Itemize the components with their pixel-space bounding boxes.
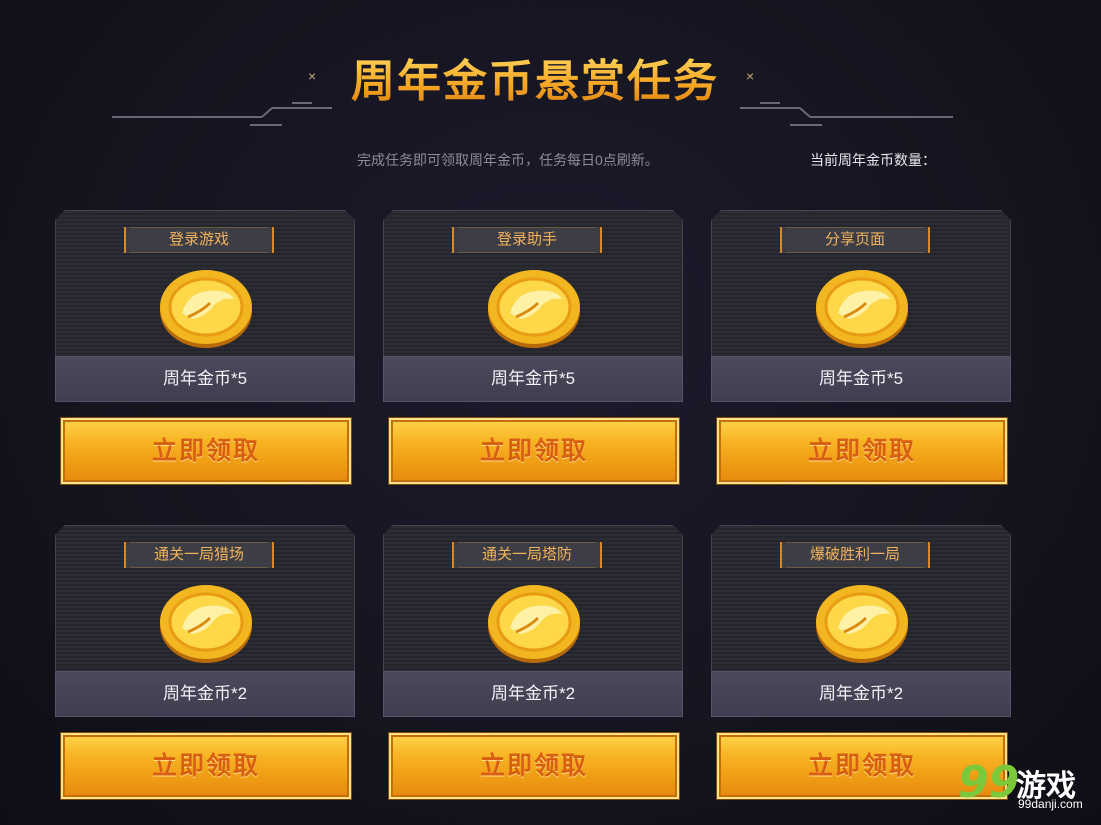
task-label: 登录助手 — [496, 231, 557, 248]
gold-coin-icon — [488, 270, 580, 348]
gold-coin-icon — [488, 585, 580, 663]
task-card: 登录游戏 周年金币*5 — [55, 210, 355, 402]
task-label: 通关一局塔防 — [481, 546, 572, 563]
coin-count-label: 当前周年金币数量： — [810, 152, 936, 168]
page-header: × 周年金币悬赏任务 × 完成任务即可领取周年金币，任务每日0点刷新。 当前周年… — [0, 0, 1101, 200]
watermark-number: 99 — [958, 757, 1020, 808]
title-decoration-right — [740, 102, 953, 126]
title-decoration-left — [112, 102, 332, 126]
task-label: 爆破胜利一局 — [809, 546, 900, 563]
claim-button[interactable]: 立即领取 — [389, 733, 679, 799]
task-card: 通关一局塔防 周年金币*2 — [383, 525, 683, 717]
reward-text: 周年金币*2 — [818, 684, 904, 703]
task-label: 通关一局猎场 — [153, 546, 244, 563]
reward-text: 周年金币*5 — [162, 369, 248, 388]
close-icon: × — [746, 68, 755, 84]
task-label: 登录游戏 — [168, 231, 229, 248]
reward-text: 周年金币*5 — [490, 369, 576, 388]
claim-button[interactable]: 立即领取 — [61, 418, 351, 484]
site-watermark-logo: 99 游戏 99danji.com — [958, 757, 1098, 821]
gold-coin-icon — [160, 270, 252, 348]
task-card: 爆破胜利一局 周年金币*2 — [711, 525, 1011, 717]
task-card: 登录助手 周年金币*5 — [383, 210, 683, 402]
gold-coin-icon — [816, 585, 908, 663]
reward-text: 周年金币*2 — [490, 684, 576, 703]
task-card: 通关一局猎场 周年金币*2 — [55, 525, 355, 717]
reward-text: 周年金币*5 — [818, 369, 904, 388]
claim-button[interactable]: 立即领取 — [61, 733, 351, 799]
task-description: 完成任务即可领取周年金币，任务每日0点刷新。 — [357, 152, 659, 168]
task-card: 分享页面 周年金币*5 — [711, 210, 1011, 402]
task-label: 分享页面 — [824, 231, 885, 248]
close-icon: × — [308, 68, 317, 84]
gold-coin-icon — [816, 270, 908, 348]
watermark-domain: 99danji.com — [1018, 797, 1083, 811]
reward-text: 周年金币*2 — [162, 684, 248, 703]
claim-button[interactable]: 立即领取 — [717, 418, 1007, 484]
gold-coin-icon — [160, 585, 252, 663]
page-title: 周年金币悬赏任务 — [330, 52, 740, 112]
claim-button[interactable]: 立即领取 — [389, 418, 679, 484]
